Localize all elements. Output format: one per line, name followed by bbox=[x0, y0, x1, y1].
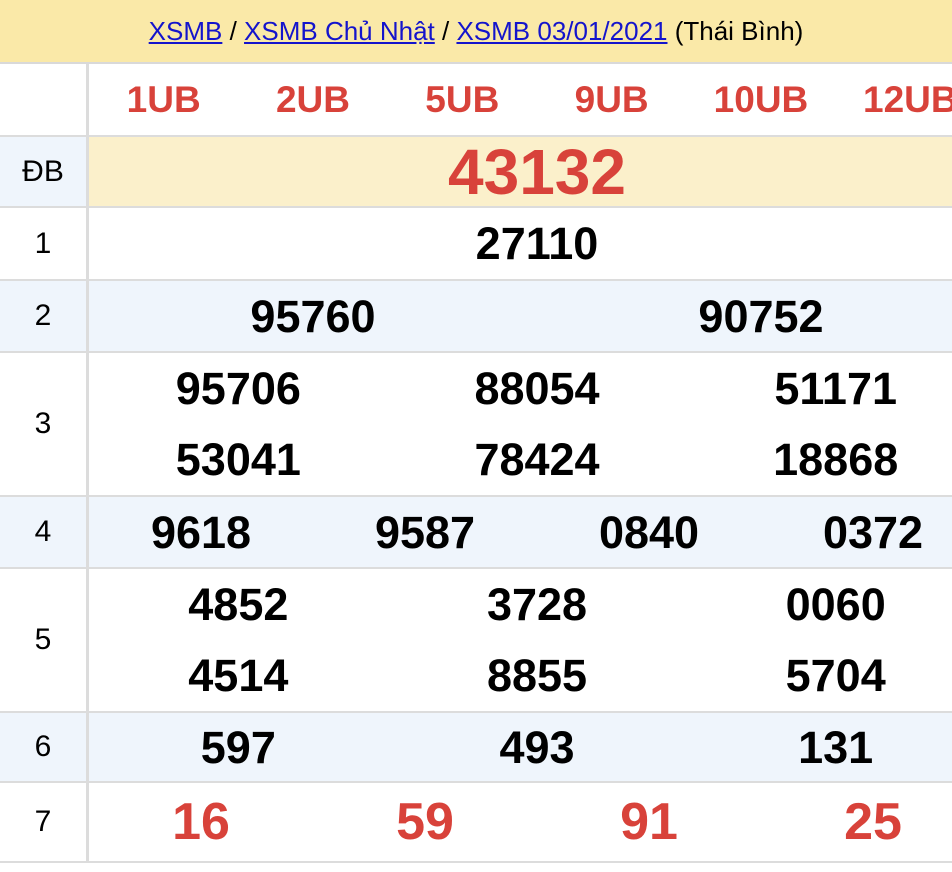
row-label: 3 bbox=[0, 353, 89, 495]
prize-number: 8855 bbox=[388, 653, 687, 698]
breadcrumb-link-xsmb-chu-nhat[interactable]: XSMB Chủ Nhật bbox=[244, 16, 435, 47]
row-label: 2 bbox=[0, 281, 89, 351]
prize-number: 53041 bbox=[89, 437, 388, 482]
prize-number: 16 bbox=[89, 796, 313, 848]
prize-number: 131 bbox=[686, 725, 952, 770]
prize-number: 51171 bbox=[686, 366, 952, 411]
breadcrumb-separator: / bbox=[222, 16, 244, 47]
prize-number: 4852 bbox=[89, 582, 388, 627]
breadcrumb-province: (Thái Bình) bbox=[668, 16, 804, 47]
table-row: 5485237280060451488555704 bbox=[0, 569, 952, 713]
prize-number: 5704 bbox=[686, 653, 952, 698]
column-header: 5UB bbox=[388, 81, 537, 118]
table-body: ĐB43132127110295760907523957068805451171… bbox=[0, 137, 952, 863]
row-label: 6 bbox=[0, 713, 89, 781]
table-row: 6597493131 bbox=[0, 713, 952, 783]
prize-line: 43132 bbox=[89, 137, 952, 206]
row-content: 957068805451171530417842418868 bbox=[89, 353, 952, 495]
breadcrumb-link-xsmb[interactable]: XSMB bbox=[149, 16, 223, 47]
prize-number: 59 bbox=[313, 796, 537, 848]
row-label: 4 bbox=[0, 497, 89, 567]
prize-number: 27110 bbox=[89, 221, 952, 266]
row-content: 597493131 bbox=[89, 713, 952, 781]
prize-number: 43132 bbox=[89, 140, 952, 204]
column-header: 1UB bbox=[89, 81, 238, 118]
column-header: 9UB bbox=[537, 81, 686, 118]
prize-number: 4514 bbox=[89, 653, 388, 698]
prize-number: 91 bbox=[537, 796, 761, 848]
prize-number: 95760 bbox=[89, 294, 537, 339]
table-row: ĐB43132 bbox=[0, 137, 952, 208]
table-row: 49618958708400372 bbox=[0, 497, 952, 569]
prize-number: 597 bbox=[89, 725, 388, 770]
column-header: 2UB bbox=[238, 81, 387, 118]
prize-number: 9587 bbox=[313, 510, 537, 555]
row-label: 1 bbox=[0, 208, 89, 279]
prize-number: 78424 bbox=[388, 437, 687, 482]
table-row: 127110 bbox=[0, 208, 952, 281]
prize-number: 9618 bbox=[89, 510, 313, 555]
row-content: 485237280060451488555704 bbox=[89, 569, 952, 711]
row-content: 16599125 bbox=[89, 783, 952, 861]
table-row: 29576090752 bbox=[0, 281, 952, 353]
prize-number: 0372 bbox=[761, 510, 952, 555]
table-row: 3957068805451171530417842418868 bbox=[0, 353, 952, 497]
row-label: ĐB bbox=[0, 137, 89, 206]
row-label: 7 bbox=[0, 783, 89, 861]
lottery-results-page: XSMB / XSMB Chủ Nhật / XSMB 03/01/2021 (… bbox=[0, 0, 952, 863]
column-header: 12UB bbox=[836, 81, 952, 118]
prize-number: 18868 bbox=[686, 437, 952, 482]
prize-number: 88054 bbox=[388, 366, 687, 411]
header-cells: 1UB2UB5UB9UB10UB12UB bbox=[89, 64, 952, 135]
prize-number: 0840 bbox=[537, 510, 761, 555]
prize-number: 3728 bbox=[388, 582, 687, 627]
table-row: 716599125 bbox=[0, 783, 952, 863]
prize-line: 27110 bbox=[89, 208, 952, 279]
row-content: 9618958708400372 bbox=[89, 497, 952, 567]
prize-line: 530417842418868 bbox=[89, 424, 952, 495]
prize-number: 493 bbox=[388, 725, 687, 770]
breadcrumb-separator: / bbox=[435, 16, 457, 47]
results-table: 1UB2UB5UB9UB10UB12UB ĐB43132127110295760… bbox=[0, 62, 952, 863]
prize-line: 485237280060 bbox=[89, 569, 952, 640]
breadcrumb-link-xsmb-date[interactable]: XSMB 03/01/2021 bbox=[456, 16, 667, 47]
prize-line: 451488555704 bbox=[89, 640, 952, 711]
row-content: 9576090752 bbox=[89, 281, 952, 351]
prize-number: 95706 bbox=[89, 366, 388, 411]
prize-line: 957068805451171 bbox=[89, 353, 952, 424]
prize-line: 16599125 bbox=[89, 783, 952, 861]
prize-number: 0060 bbox=[686, 582, 952, 627]
row-content: 43132 bbox=[89, 137, 952, 206]
row-label: 5 bbox=[0, 569, 89, 711]
header-line: 1UB2UB5UB9UB10UB12UB bbox=[89, 64, 952, 135]
table-header-row: 1UB2UB5UB9UB10UB12UB bbox=[0, 64, 952, 137]
prize-line: 597493131 bbox=[89, 713, 952, 781]
column-header: 10UB bbox=[686, 81, 835, 118]
breadcrumb: XSMB / XSMB Chủ Nhật / XSMB 03/01/2021 (… bbox=[0, 0, 952, 62]
prize-line: 9576090752 bbox=[89, 281, 952, 351]
prize-number: 90752 bbox=[537, 294, 952, 339]
row-content: 27110 bbox=[89, 208, 952, 279]
prize-number: 25 bbox=[761, 796, 952, 848]
prize-line: 9618958708400372 bbox=[89, 497, 952, 567]
header-label-cell bbox=[0, 64, 89, 135]
